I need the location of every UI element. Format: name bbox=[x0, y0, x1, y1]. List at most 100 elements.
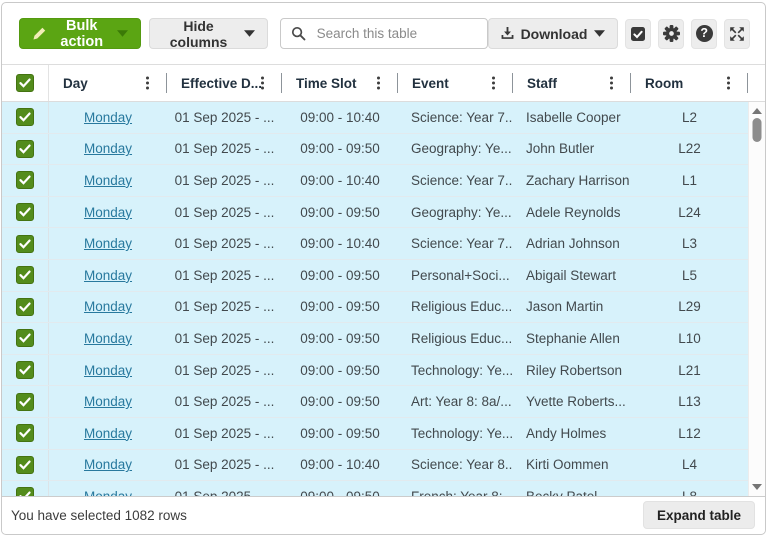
select-rows-button[interactable] bbox=[625, 19, 651, 49]
table-row[interactable]: Monday 01 Sep 2025 - ... 09:00 - 09:50 R… bbox=[2, 323, 765, 355]
day-link[interactable]: Monday bbox=[84, 141, 132, 156]
row-checkbox[interactable] bbox=[16, 108, 34, 126]
day-link[interactable]: Monday bbox=[84, 205, 132, 220]
table-row[interactable]: Monday 01 Sep 2025 - ... 09:00 - 09:50 T… bbox=[2, 418, 765, 450]
column-menu-icon[interactable] bbox=[259, 75, 266, 92]
cell-event: Art: Year 8: 8a/... bbox=[398, 386, 513, 417]
row-checkbox[interactable] bbox=[16, 329, 34, 347]
cell-room: L21 bbox=[631, 355, 748, 386]
row-checkbox[interactable] bbox=[16, 203, 34, 221]
fullscreen-button[interactable] bbox=[724, 19, 750, 49]
cell-time-slot: 09:00 - 09:50 bbox=[282, 292, 398, 323]
cell-room: L4 bbox=[631, 450, 748, 481]
day-link[interactable]: Monday bbox=[84, 331, 132, 346]
column-header-effective-date[interactable]: Effective D... bbox=[167, 65, 282, 101]
column-header-staff[interactable]: Staff bbox=[513, 65, 631, 101]
cell-effective-date: 01 Sep 2025 - ... bbox=[167, 386, 282, 417]
day-link[interactable]: Monday bbox=[84, 489, 132, 496]
row-checkbox[interactable] bbox=[16, 393, 34, 411]
day-link[interactable]: Monday bbox=[84, 268, 132, 283]
row-checkbox[interactable] bbox=[16, 266, 34, 284]
day-link[interactable]: Monday bbox=[84, 426, 132, 441]
search-input[interactable] bbox=[315, 25, 477, 42]
row-checkbox[interactable] bbox=[16, 235, 34, 253]
cell-event: Geography: Ye... bbox=[398, 134, 513, 165]
row-checkbox[interactable] bbox=[16, 361, 34, 379]
table-row[interactable]: Monday 01 Sep 2025 - ... 09:00 - 09:50 T… bbox=[2, 355, 765, 387]
chevron-down-icon bbox=[244, 30, 255, 37]
settings-button[interactable] bbox=[658, 19, 684, 49]
help-button[interactable]: ? bbox=[691, 19, 717, 49]
cell-day: Monday bbox=[49, 228, 167, 259]
cell-time-slot: 09:00 - 10:40 bbox=[282, 102, 398, 133]
cell-time-slot: 09:00 - 09:50 bbox=[282, 197, 398, 228]
table-row[interactable]: Monday 01 Sep 2025 - ... 09:00 - 09:50 P… bbox=[2, 260, 765, 292]
download-icon bbox=[501, 27, 514, 40]
scrollbar-thumb[interactable] bbox=[753, 118, 762, 142]
column-header-time-slot[interactable]: Time Slot bbox=[282, 65, 398, 101]
column-menu-icon[interactable] bbox=[490, 75, 497, 92]
cell-day: Monday bbox=[49, 418, 167, 449]
row-checkbox-cell bbox=[2, 355, 49, 386]
row-checkbox[interactable] bbox=[16, 424, 34, 442]
bulk-action-button[interactable]: Bulk action bbox=[19, 18, 141, 49]
cell-room: L12 bbox=[631, 418, 748, 449]
download-label: Download bbox=[521, 26, 588, 42]
hide-columns-button[interactable]: Hide columns bbox=[149, 18, 267, 49]
day-link[interactable]: Monday bbox=[84, 173, 132, 188]
day-link[interactable]: Monday bbox=[84, 457, 132, 472]
day-link[interactable]: Monday bbox=[84, 110, 132, 125]
column-menu-icon[interactable] bbox=[375, 75, 382, 92]
row-checkbox[interactable] bbox=[16, 298, 34, 316]
scroll-up-arrow-icon[interactable] bbox=[752, 108, 762, 114]
scroll-down-arrow-icon[interactable] bbox=[752, 484, 762, 490]
table-row[interactable]: Monday 01 Sep 2025 - ... 09:00 - 10:40 S… bbox=[2, 450, 765, 482]
row-checkbox[interactable] bbox=[16, 456, 34, 474]
help-icon: ? bbox=[696, 25, 713, 42]
column-label: Day bbox=[63, 76, 88, 91]
table-row[interactable]: Monday 01 Sep 2025 - ... 09:00 - 09:50 F… bbox=[2, 481, 765, 496]
download-button[interactable]: Download bbox=[488, 18, 619, 49]
row-checkbox-cell bbox=[2, 228, 49, 259]
day-link[interactable]: Monday bbox=[84, 394, 132, 409]
cell-room: L10 bbox=[631, 323, 748, 354]
cell-event: Religious Educ... bbox=[398, 292, 513, 323]
table-row[interactable]: Monday 01 Sep 2025 - ... 09:00 - 09:50 G… bbox=[2, 197, 765, 229]
cell-effective-date: 01 Sep 2025 - ... bbox=[167, 481, 282, 496]
table-header: Day Effective D... Time Slot Event Staff… bbox=[2, 65, 765, 102]
cell-event: French: Year 8:... bbox=[398, 481, 513, 496]
cell-staff: Adele Reynolds bbox=[513, 197, 631, 228]
cell-time-slot: 09:00 - 09:50 bbox=[282, 481, 398, 496]
table-row[interactable]: Monday 01 Sep 2025 - ... 09:00 - 09:50 R… bbox=[2, 292, 765, 324]
row-checkbox[interactable] bbox=[16, 487, 34, 496]
row-checkbox-cell bbox=[2, 134, 49, 165]
table-row[interactable]: Monday 01 Sep 2025 - ... 09:00 - 10:40 S… bbox=[2, 228, 765, 260]
cell-event: Personal+Soci... bbox=[398, 260, 513, 291]
column-header-day[interactable]: Day bbox=[49, 65, 167, 101]
table-row[interactable]: Monday 01 Sep 2025 - ... 09:00 - 09:50 G… bbox=[2, 134, 765, 166]
select-all-checkbox[interactable] bbox=[16, 74, 34, 92]
column-menu-icon[interactable] bbox=[608, 75, 615, 92]
row-checkbox-cell bbox=[2, 450, 49, 481]
column-menu-icon[interactable] bbox=[725, 75, 732, 92]
check-square-icon bbox=[630, 26, 646, 42]
row-checkbox-cell bbox=[2, 165, 49, 196]
day-link[interactable]: Monday bbox=[84, 363, 132, 378]
row-checkbox[interactable] bbox=[16, 171, 34, 189]
column-label: Event bbox=[412, 76, 449, 91]
vertical-scrollbar[interactable] bbox=[748, 102, 765, 496]
table-row[interactable]: Monday 01 Sep 2025 - ... 09:00 - 10:40 S… bbox=[2, 165, 765, 197]
day-link[interactable]: Monday bbox=[84, 299, 132, 314]
search-icon bbox=[291, 26, 306, 41]
hide-columns-label: Hide columns bbox=[162, 18, 234, 50]
expand-table-button[interactable]: Expand table bbox=[643, 501, 755, 529]
column-menu-icon[interactable] bbox=[144, 75, 151, 92]
column-header-room[interactable]: Room bbox=[631, 65, 748, 101]
column-header-event[interactable]: Event bbox=[398, 65, 513, 101]
row-checkbox[interactable] bbox=[16, 140, 34, 158]
row-checkbox-cell bbox=[2, 260, 49, 291]
day-link[interactable]: Monday bbox=[84, 236, 132, 251]
table-row[interactable]: Monday 01 Sep 2025 - ... 09:00 - 09:50 A… bbox=[2, 386, 765, 418]
table-row[interactable]: Monday 01 Sep 2025 - ... 09:00 - 10:40 S… bbox=[2, 102, 765, 134]
cell-staff: Becky Patel bbox=[513, 481, 631, 496]
